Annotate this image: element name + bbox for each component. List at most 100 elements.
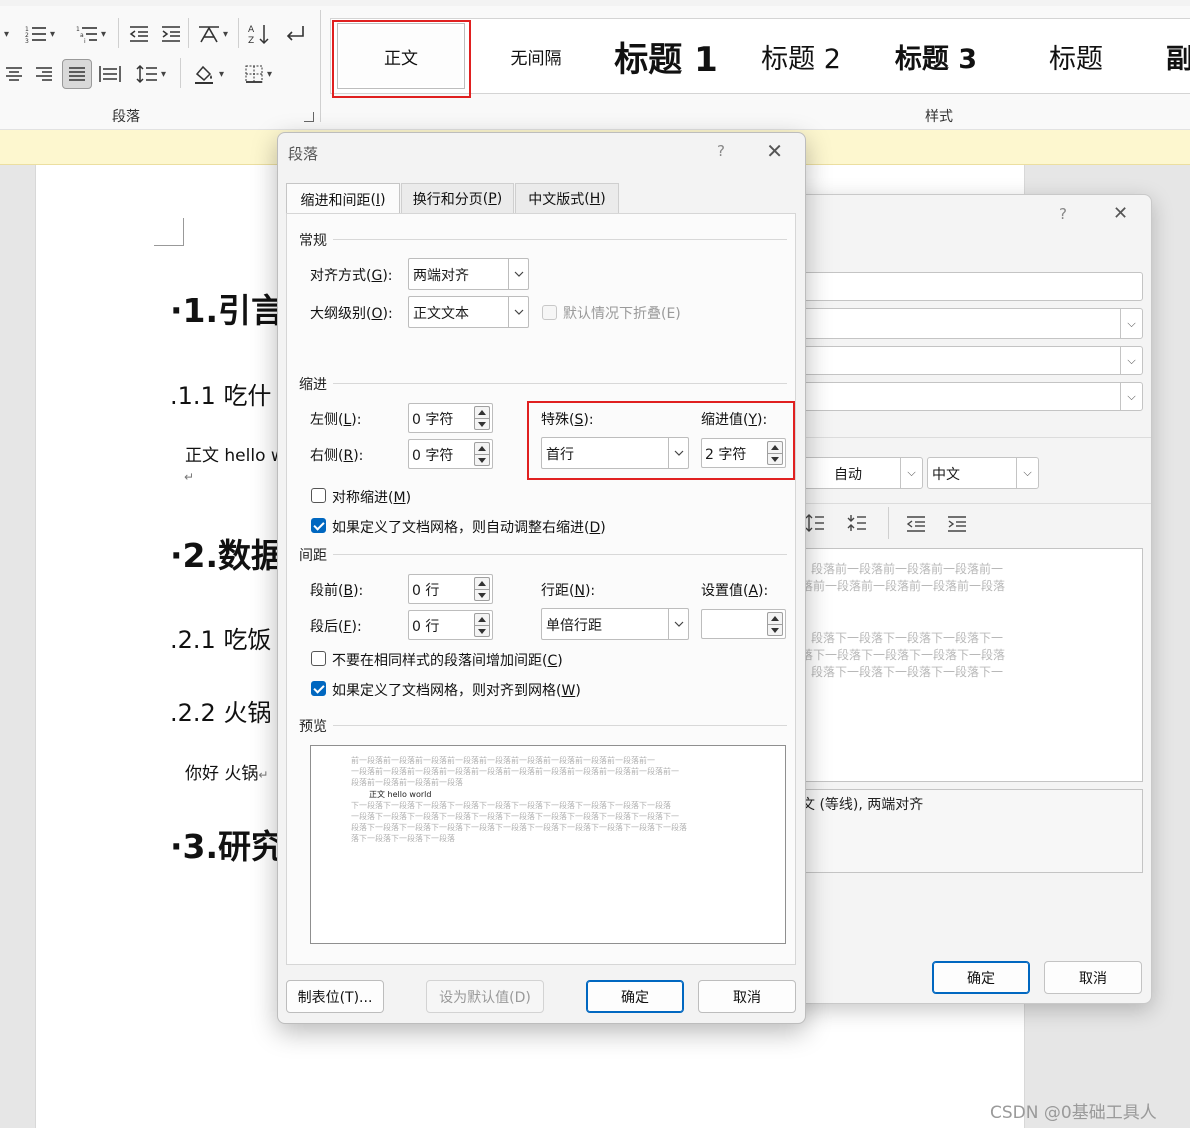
alignment-label: 对齐方式(G): (310, 268, 393, 284)
ok-button[interactable]: 确定 (932, 961, 1030, 994)
borders-button[interactable]: ▾ (236, 60, 280, 88)
body-line[interactable]: 正文 hello w (185, 441, 285, 466)
spin-down-icon[interactable] (474, 589, 490, 601)
heading-1-line[interactable]: ·3.研究 (170, 820, 284, 868)
line-spacing-button[interactable]: ▾ (130, 60, 172, 88)
spin-down-icon[interactable] (474, 454, 490, 466)
left-indent-spinner[interactable]: 0 字符 (408, 403, 493, 433)
style-no-spacing[interactable]: 无间隔 (481, 19, 591, 93)
spin-down-icon[interactable] (474, 418, 490, 430)
svg-text:A: A (248, 25, 255, 35)
paragraph-dialog-launcher-icon[interactable] (304, 112, 314, 122)
shading-button[interactable]: ▾ (186, 60, 230, 88)
following-style-dropdown[interactable]: ⌵ (791, 382, 1143, 411)
chevron-down-icon: ⌵ (1120, 347, 1142, 374)
distributed-button[interactable] (97, 60, 123, 88)
font-color-value: 自动 (834, 467, 862, 483)
cancel-button[interactable]: 取消 (698, 980, 796, 1013)
spin-up-icon[interactable] (474, 613, 490, 625)
collapse-by-default-checkbox[interactable] (542, 305, 557, 320)
line-spacing-1-button[interactable] (805, 513, 825, 537)
line-spacing-dropdown[interactable]: 单倍行距 (541, 608, 689, 640)
sort-az-icon: AZ (248, 25, 269, 45)
multilevel-list-button[interactable]: 1 a i ▾ (70, 20, 112, 48)
right-indent-label: 右侧(R): (310, 448, 364, 464)
snap-to-grid-checkbox[interactable] (311, 681, 326, 696)
space-before-spinner[interactable]: 0 行 (408, 574, 493, 604)
close-icon[interactable]: ✕ (1113, 203, 1128, 224)
increase-indent-button[interactable] (158, 20, 184, 48)
increase-indent-button[interactable] (947, 515, 967, 537)
tab-indents-spacing[interactable]: 缩进和间距(I) (286, 183, 400, 215)
general-section-heading: 常规 (299, 233, 327, 249)
chinese-layout-button[interactable]: ▾ (192, 20, 234, 48)
section-divider (333, 725, 787, 726)
spin-up-icon[interactable] (474, 406, 490, 418)
alignment-dropdown[interactable]: 两端对齐 (408, 258, 529, 290)
tab-line-page-breaks[interactable]: 换行和分页(P) (401, 183, 514, 214)
tab-asian-typography[interactable]: 中文版式(H) (515, 183, 619, 214)
paragraph-dialog: 段落 ? ✕ 缩进和间距(I) 换行和分页(P) 中文版式(H) 常规 对齐方式… (277, 132, 806, 1024)
based-on-dropdown[interactable]: ⌵ (791, 346, 1143, 375)
style-type-dropdown[interactable]: ⌵ (791, 308, 1143, 339)
ok-button[interactable]: 确定 (586, 980, 684, 1013)
align-center-button[interactable] (2, 60, 26, 88)
preview-before-line: 段落前一段落前一段落前一段落 (351, 778, 463, 787)
mirror-indents-checkbox[interactable] (311, 488, 326, 503)
ribbon: ▾ 1 2 3 ▾ 1 a i ▾ ▾ AZ ▾ ▾ ▾ 段落 正文 无间隔 标… (0, 0, 1190, 130)
separator (791, 503, 1151, 504)
language-dropdown[interactable]: 中文 ⌵ (927, 457, 1039, 489)
font-color-dropdown[interactable]: 自动 ⌵ (803, 457, 923, 489)
justify-icon (69, 67, 85, 81)
numbered-list-button[interactable]: 1 2 3 ▾ (18, 20, 62, 48)
watermark: CSDN @0基础工具人 (990, 1103, 1157, 1123)
justify-button[interactable] (62, 59, 92, 89)
auto-adjust-right-indent-checkbox[interactable] (311, 518, 326, 533)
spin-up-icon[interactable] (767, 612, 783, 624)
no-space-same-style-checkbox[interactable] (311, 651, 326, 666)
sort-button[interactable]: AZ (244, 20, 274, 48)
spin-up-icon[interactable] (474, 442, 490, 454)
separator (888, 507, 889, 539)
spin-down-icon[interactable] (474, 625, 490, 637)
group-separator (320, 10, 321, 122)
help-button[interactable]: ? (1059, 205, 1067, 223)
decrease-indent-button[interactable] (126, 20, 152, 48)
numbered-list-icon: 123 (25, 26, 46, 44)
outline-level-value: 正文文本 (413, 306, 469, 322)
heading-1-line[interactable]: ·2.数据 (170, 529, 284, 577)
style-title[interactable]: 标题 (1016, 19, 1136, 93)
align-right-icon (36, 67, 52, 81)
space-before-button[interactable] (847, 513, 867, 537)
close-icon[interactable]: ✕ (766, 139, 783, 163)
style-heading-2[interactable]: 标题 2 (741, 19, 861, 93)
language-value: 中文 (932, 467, 960, 483)
left-indent-label: 左侧(L): (310, 412, 362, 428)
align-right-button[interactable] (32, 60, 56, 88)
decrease-indent-button[interactable] (906, 515, 926, 537)
heading-2-line[interactable]: .1.1 吃什 (170, 376, 271, 411)
spin-up-icon[interactable] (474, 577, 490, 589)
body-line[interactable]: 你好 火锅↵ (185, 759, 268, 784)
show-marks-button[interactable] (280, 20, 310, 48)
outline-level-dropdown[interactable]: 正文文本 (408, 296, 529, 328)
style-heading-1[interactable]: 标题 1 (601, 19, 731, 93)
line-spacing-label: 行距(N): (541, 583, 596, 599)
chevron-down-icon[interactable]: ▾ (0, 20, 12, 48)
indentation-section-heading: 缩进 (299, 377, 327, 393)
cancel-button[interactable]: 取消 (1044, 961, 1142, 994)
separator (188, 18, 189, 48)
style-subtitle[interactable]: 副 (1166, 19, 1190, 93)
spacing-at-spinner[interactable] (701, 609, 786, 639)
name-field[interactable] (791, 272, 1143, 301)
heading-2-line[interactable]: .2.2 火锅 (170, 693, 271, 728)
heading-1-line[interactable]: ·1.引言 (170, 284, 284, 332)
spin-down-icon[interactable] (767, 624, 783, 636)
right-indent-spinner[interactable]: 0 字符 (408, 439, 493, 469)
help-button[interactable]: ? (717, 142, 725, 160)
tabs-button[interactable]: 制表位(T)... (286, 980, 384, 1013)
space-after-spinner[interactable]: 0 行 (408, 610, 493, 640)
set-as-default-button[interactable]: 设为默认值(D) (426, 980, 544, 1013)
heading-2-line[interactable]: .2.1 吃饭 (170, 620, 271, 655)
style-heading-3[interactable]: 标题 3 (876, 19, 996, 93)
